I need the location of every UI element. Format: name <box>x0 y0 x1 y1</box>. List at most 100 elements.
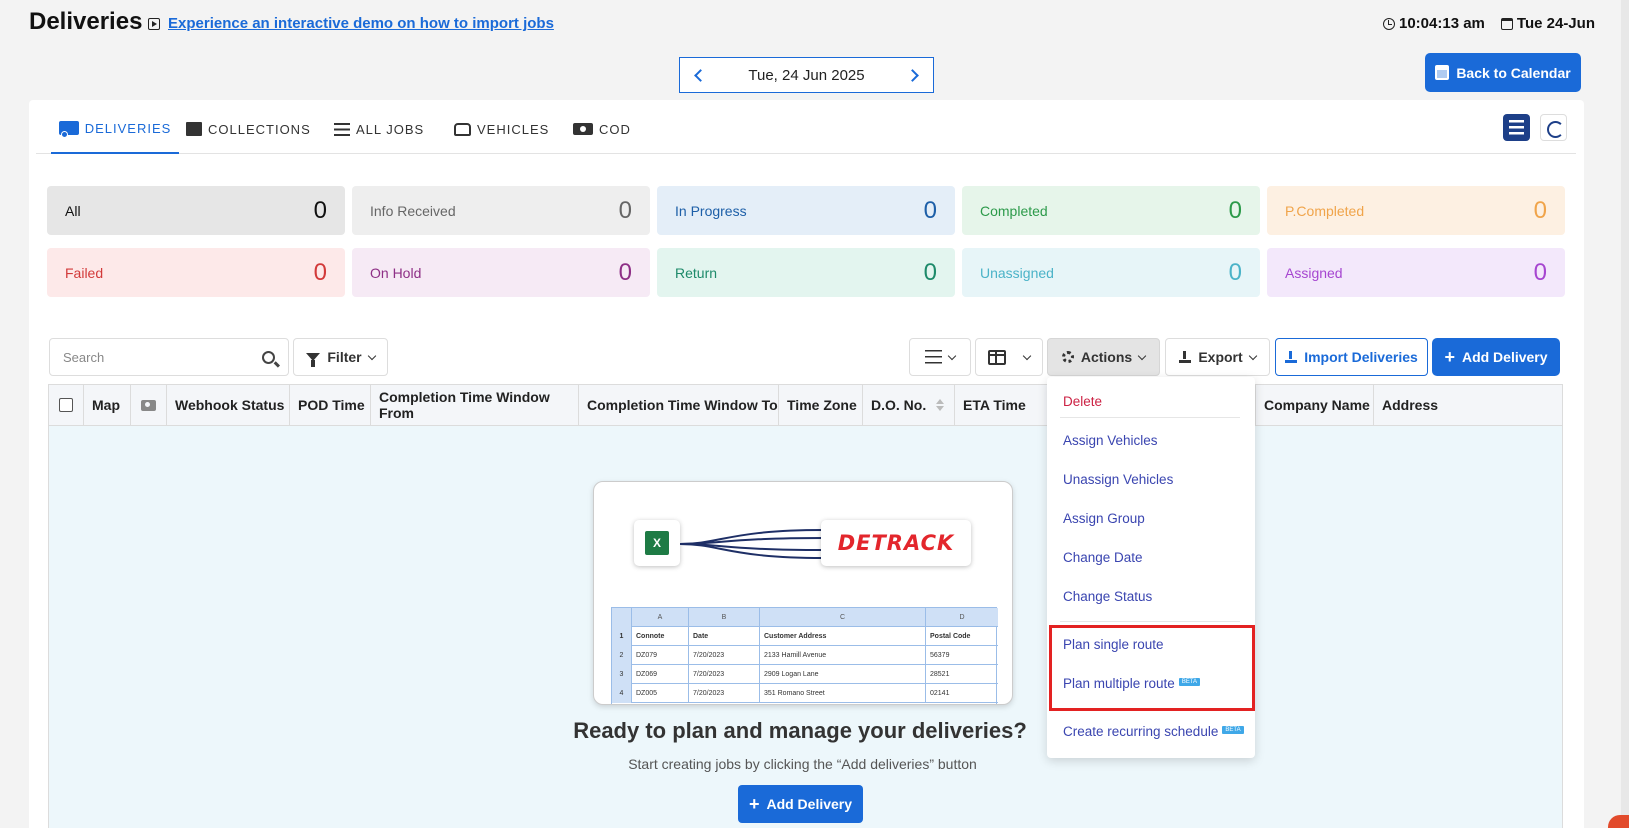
tab-deliveries[interactable]: DELIVERIES <box>51 104 179 154</box>
selected-date[interactable]: Tue, 24 Jun 2025 <box>748 67 864 84</box>
list-icon <box>334 122 350 136</box>
add-delivery-button[interactable]: + Add Delivery <box>1432 338 1560 376</box>
box-icon <box>186 122 202 136</box>
car-icon <box>454 122 471 136</box>
status-tile-p-completed[interactable]: P.Completed 0 <box>1267 186 1565 235</box>
status-tile-label: On Hold <box>370 264 422 281</box>
col-map[interactable]: Map <box>84 385 131 425</box>
camera-icon <box>141 399 156 411</box>
status-tile-unassigned[interactable]: Unassigned 0 <box>962 248 1260 297</box>
tab-collections[interactable]: COLLECTIONS <box>186 104 311 154</box>
tab-all-jobs[interactable]: ALL JOBS <box>334 104 424 154</box>
sheet-cell: Customer Address <box>760 627 926 646</box>
clock-display: 10:04:13 am Tue 24-Jun <box>1383 15 1595 32</box>
columns-icon <box>988 349 1006 365</box>
demo-link[interactable]: Experience an interactive demo on how to… <box>168 15 554 32</box>
sheet-cell: DZ069 <box>632 665 689 684</box>
col-pod-time[interactable]: POD Time <box>290 385 371 425</box>
col-photo[interactable] <box>131 385 167 425</box>
actions-button[interactable]: Actions <box>1047 338 1160 376</box>
chevron-down-icon <box>947 351 957 360</box>
col-time-zone[interactable]: Time Zone <box>779 385 863 425</box>
tab-label: DELIVERIES <box>84 120 172 136</box>
status-tile-count: 0 <box>618 258 632 286</box>
truck-icon <box>58 121 79 138</box>
status-tile-label: In Progress <box>675 202 747 219</box>
status-tile-completed[interactable]: Completed 0 <box>962 186 1260 235</box>
col-webhook-status[interactable]: Webhook Status <box>167 385 290 425</box>
status-tile-count: 0 <box>313 196 327 224</box>
status-tile-count: 0 <box>1228 258 1242 286</box>
adjust-button[interactable] <box>909 338 971 376</box>
sheet-header-row: 1 Connote Date Customer Address Postal C… <box>612 627 998 646</box>
sheet-cell: 56379 <box>930 652 950 659</box>
col-completion-window-to[interactable]: Completion Time Window To <box>579 385 779 425</box>
filter-icon <box>306 353 321 367</box>
sheet-cell: Connote <box>632 627 689 646</box>
import-label: Import Deliveries <box>1304 349 1418 365</box>
sheet-cell: 2909 Logan Lane <box>760 665 926 684</box>
select-all-checkbox[interactable] <box>59 398 73 412</box>
status-tile-assigned[interactable]: Assigned 0 <box>1267 248 1565 297</box>
col-do-no[interactable]: D.O. No. <box>863 385 955 425</box>
status-tile-count: 0 <box>313 258 327 286</box>
sheet-row: 3 DZ069 7/20/2023 2909 Logan Lane 28521 <box>612 665 998 684</box>
sheet-cell: 02141 <box>930 690 950 697</box>
status-tile-in-progress[interactable]: In Progress 0 <box>657 186 955 235</box>
menu-item-create-recurring-schedule[interactable]: Create recurring schedule BETA <box>1063 724 1244 739</box>
status-tile-all[interactable]: All 0 <box>47 186 345 235</box>
menu-item-assign-group[interactable]: Assign Group <box>1063 511 1145 526</box>
list-view-icon[interactable] <box>1503 114 1530 141</box>
tab-label: COD <box>599 121 631 137</box>
status-tile-label: Unassigned <box>980 264 1054 281</box>
sheet-row: 2 DZ079 7/20/2023 2133 Hamill Avenue 563… <box>612 646 998 665</box>
menu-item-assign-vehicles[interactable]: Assign Vehicles <box>1063 433 1158 448</box>
menu-item-delete[interactable]: Delete <box>1063 394 1102 409</box>
page-scrollbar[interactable] <box>1621 0 1629 828</box>
status-tile-failed[interactable]: Failed 0 <box>47 248 345 297</box>
sort-icon[interactable] <box>936 399 945 411</box>
sheet-cell: 2133 Hamill Avenue <box>760 646 926 665</box>
status-tile-label: All <box>65 202 81 219</box>
clock-icon <box>1383 17 1395 30</box>
sheet-row: 4 DZ005 7/20/2023 351 Romano Street 0214… <box>612 684 998 703</box>
empty-add-delivery-button[interactable]: + Add Delivery <box>738 785 863 823</box>
add-delivery-label: Add Delivery <box>1461 349 1548 365</box>
columns-button[interactable] <box>975 338 1043 376</box>
menu-item-unassign-vehicles[interactable]: Unassign Vehicles <box>1063 472 1173 487</box>
search-input[interactable]: Search <box>49 338 289 376</box>
sheet-cell: DZ079 <box>632 646 689 665</box>
filter-button[interactable]: Filter <box>293 338 388 376</box>
sheet-cell: 351 Romano Street <box>760 684 926 703</box>
sheet-cell: Postal Code <box>930 633 971 640</box>
play-icon <box>148 18 160 30</box>
back-to-calendar-button[interactable]: Back to Calendar <box>1425 53 1581 92</box>
status-tile-return[interactable]: Return 0 <box>657 248 955 297</box>
chevron-left-icon[interactable] <box>694 68 707 82</box>
detrack-logo: DETRACK <box>821 520 971 566</box>
create-recurring-label: Create recurring schedule <box>1063 724 1219 739</box>
status-tile-info-received[interactable]: Info Received 0 <box>352 186 650 235</box>
status-tile-count: 0 <box>923 196 937 224</box>
tab-cod[interactable]: COD <box>573 104 631 154</box>
export-button[interactable]: Export <box>1165 338 1270 376</box>
col-address[interactable]: Address <box>1374 385 1563 425</box>
chevron-down-icon <box>1248 351 1257 360</box>
status-tile-count: 0 <box>1533 258 1547 286</box>
col-company-name[interactable]: Company Name <box>1255 385 1374 425</box>
chat-widget-edge[interactable] <box>1608 815 1629 828</box>
menu-item-change-status[interactable]: Change Status <box>1063 589 1152 604</box>
status-tile-on-hold[interactable]: On Hold 0 <box>352 248 650 297</box>
menu-item-change-date[interactable]: Change Date <box>1063 550 1143 565</box>
tab-label: ALL JOBS <box>356 121 425 137</box>
chevron-right-icon[interactable] <box>906 68 919 82</box>
status-tile-label: Return <box>675 264 718 281</box>
refresh-icon[interactable] <box>1540 114 1567 141</box>
status-tile-count: 0 <box>618 196 632 224</box>
import-deliveries-button[interactable]: Import Deliveries <box>1275 338 1428 376</box>
spreadsheet-preview: A B C D 1 Connote Date Customer Address … <box>611 607 998 704</box>
chevron-down-icon <box>367 351 376 360</box>
tab-vehicles[interactable]: VEHICLES <box>454 104 549 154</box>
col-completion-window-from[interactable]: Completion Time Window From <box>371 385 579 425</box>
sheet-corner <box>612 608 632 627</box>
